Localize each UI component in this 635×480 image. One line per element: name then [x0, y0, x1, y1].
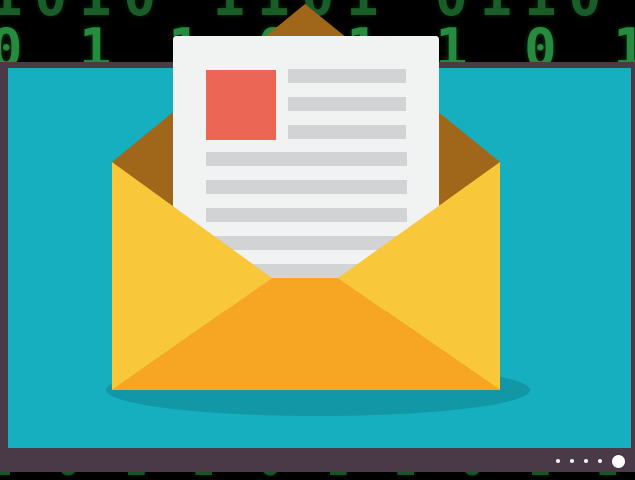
slide-dot-3[interactable] [584, 459, 588, 463]
slide-dot-5-active[interactable] [612, 454, 625, 468]
slide-dot-4[interactable] [598, 459, 602, 463]
slide-dot-2[interactable] [570, 459, 574, 463]
slideshow-bottom-bar [0, 450, 635, 472]
slide-canvas[interactable] [8, 68, 631, 448]
slide-pagination [556, 453, 625, 469]
screen: 1010 1101 0110 1011 0101 1110 1011 0 1 1… [0, 0, 635, 480]
slide-dot-1[interactable] [556, 459, 560, 463]
image-viewer-frame [0, 62, 635, 472]
